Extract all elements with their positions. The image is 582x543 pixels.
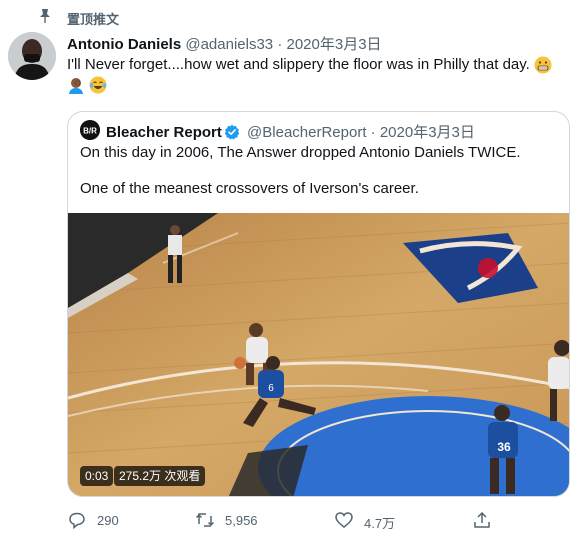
quoted-tweet-card[interactable]: B/R Bleacher Report @BleacherReport · 20…	[67, 111, 570, 497]
tweet-header: Antonio Daniels @adaniels33 · 2020年3月3日	[67, 33, 382, 54]
video-frame: 6 36	[68, 213, 569, 496]
reply-count: 290	[97, 513, 119, 528]
like-button[interactable]: 4.7万	[334, 510, 404, 531]
video-duration: 0:03	[80, 466, 114, 486]
tears-of-joy-emoji	[89, 76, 107, 94]
bleacher-report-avatar[interactable]: B/R	[80, 120, 100, 140]
separator-dot: ·	[277, 36, 283, 53]
quoted-text-line-1: On this day in 2006, The Answer dropped …	[80, 144, 521, 161]
retweet-icon	[195, 513, 215, 527]
avatar-text: B/R	[83, 127, 97, 136]
video-player[interactable]: 6 36 0:03 275.2万 次观看	[68, 213, 569, 496]
tweet-date[interactable]: 2020年3月3日	[286, 36, 381, 53]
quoted-tweet-date[interactable]: 2020年3月3日	[380, 124, 475, 141]
avatar[interactable]	[8, 32, 56, 80]
pinned-indicator: 置顶推文	[0, 6, 582, 27]
pinned-label: 置顶推文	[67, 12, 120, 27]
author-name[interactable]: Antonio Daniels	[67, 36, 181, 53]
retweet-button[interactable]: 5,956	[195, 510, 275, 530]
share-icon	[474, 511, 490, 528]
separator-dot: ·	[370, 124, 376, 141]
retweet-count: 5,956	[225, 513, 258, 528]
reply-button[interactable]: 290	[67, 510, 137, 530]
tweet-body: I'll Never forget....how wet and slipper…	[67, 56, 530, 73]
verified-badge-icon	[224, 124, 240, 140]
grimacing-face-emoji	[534, 56, 552, 74]
pin-icon	[40, 9, 50, 23]
quoted-author-name[interactable]: Bleacher Report	[106, 124, 222, 141]
tweet-actions: 290 5,956 4.7万	[0, 510, 582, 532]
video-view-count: 275.2万 次观看	[114, 466, 206, 486]
share-button[interactable]	[472, 510, 494, 530]
quoted-text-line-2: One of the meanest crossovers of Iverson…	[80, 180, 419, 197]
tweet-text: I'll Never forget....how wet and slipper…	[67, 55, 562, 95]
quoted-author-handle[interactable]: @BleacherReport	[247, 124, 366, 141]
reply-icon	[69, 512, 85, 530]
author-handle[interactable]: @adaniels33	[185, 36, 273, 53]
man-facepalming-emoji	[69, 78, 83, 95]
svg-text:6: 6	[268, 383, 274, 394]
like-count: 4.7万	[364, 516, 396, 531]
svg-text:36: 36	[497, 440, 511, 454]
heart-icon	[335, 512, 353, 528]
